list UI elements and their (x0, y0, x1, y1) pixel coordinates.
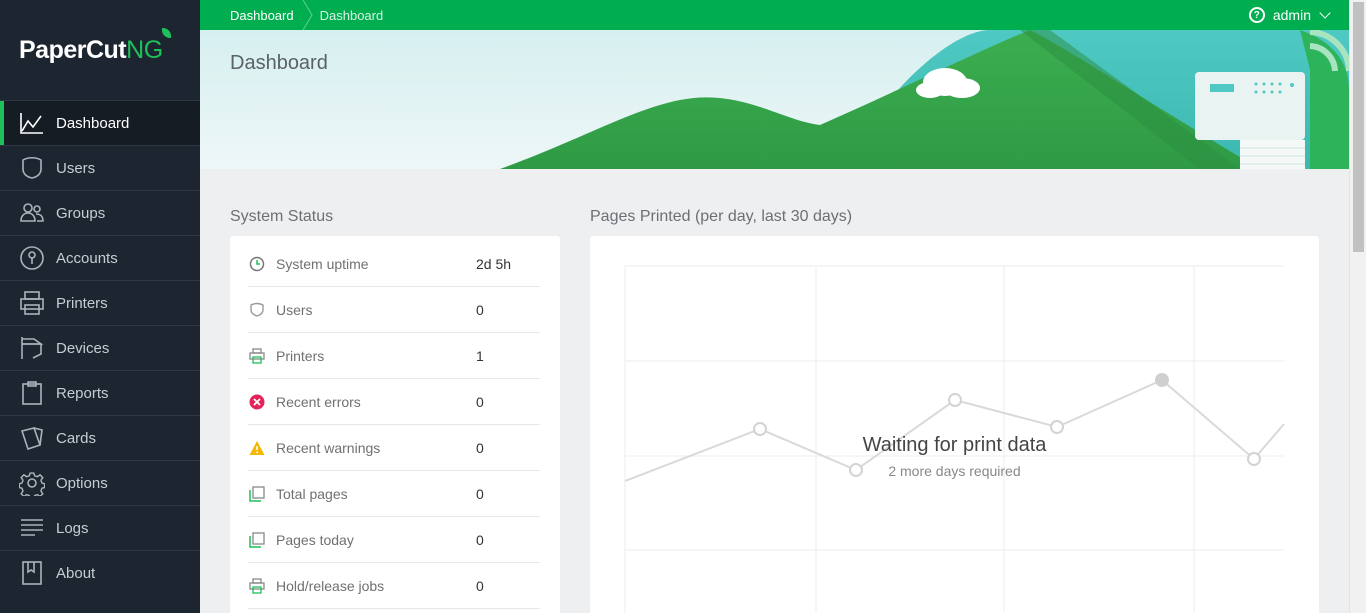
top-bar: Dashboard Dashboard ? admin (200, 0, 1349, 30)
logo-text: PaperCutNG (19, 27, 171, 65)
status-row-pages-today: Pages today 0 (248, 517, 540, 563)
cards-icon (18, 424, 46, 452)
sidebar-item-cards[interactable]: Cards (0, 415, 200, 460)
status-label: Printers (276, 347, 325, 364)
sidebar-item-printers[interactable]: Printers (0, 280, 200, 325)
sidebar-item-label: About (56, 564, 96, 582)
status-row-printers: Printers 1 (248, 333, 540, 379)
status-value: 1 (476, 347, 484, 364)
sidebar-item-label: Reports (56, 384, 109, 402)
sidebar-item-dashboard[interactable]: Dashboard (0, 100, 200, 145)
sidebar-item-logs[interactable]: Logs (0, 505, 200, 550)
status-row-total-pages: Total pages 0 (248, 471, 540, 517)
breadcrumb: Dashboard Dashboard (200, 0, 383, 30)
logo[interactable]: PaperCutNG (0, 0, 200, 100)
printer-icon (248, 577, 266, 595)
scrollbar-thumb[interactable] (1353, 2, 1364, 252)
user-name[interactable]: admin (1273, 7, 1311, 23)
system-status-title: System Status (230, 208, 334, 225)
sidebar-item-label: Options (56, 474, 108, 492)
status-row-warnings: Recent warnings 0 (248, 425, 540, 471)
status-label: Hold/release jobs (276, 577, 385, 594)
breadcrumb-item-current: Dashboard (319, 7, 384, 23)
group-icon (18, 199, 46, 227)
error-icon (248, 393, 266, 411)
warning-icon (248, 439, 266, 457)
sidebar-item-label: Users (56, 159, 96, 177)
breadcrumb-separator-icon (302, 0, 313, 30)
pages-icon (248, 485, 266, 503)
placeholder-chart (624, 265, 1285, 613)
sidebar-item-users[interactable]: Users (0, 145, 200, 190)
sidebar-item-label: Logs (56, 519, 89, 537)
status-value: 0 (476, 393, 484, 410)
status-label: Total pages (276, 485, 348, 502)
clipboard-icon (18, 379, 46, 407)
status-label: System uptime (276, 255, 369, 272)
user-shield-icon (248, 301, 266, 319)
sidebar-nav: Dashboard Users Groups Accounts Printers… (0, 100, 200, 595)
page-banner: Dashboard (200, 30, 1349, 169)
status-row-hold-release: Hold/release jobs 0 (248, 563, 540, 609)
sidebar-item-about[interactable]: About (0, 550, 200, 595)
pages-printed-title: Pages Printed (per day, last 30 days) (590, 208, 853, 225)
question-circle-icon[interactable]: ? (1248, 7, 1265, 23)
banner-illustration (500, 30, 1349, 169)
sidebar-item-label: Groups (56, 204, 106, 222)
sidebar-item-label: Cards (56, 429, 97, 447)
sidebar-item-devices[interactable]: Devices (0, 325, 200, 370)
sidebar-item-label: Dashboard (56, 114, 130, 132)
vertical-scrollbar[interactable] (1349, 0, 1366, 613)
sidebar-item-groups[interactable]: Groups (0, 190, 200, 235)
clock-icon (248, 255, 266, 273)
sidebar-item-label: Printers (56, 294, 108, 312)
status-value: 0 (476, 531, 484, 548)
user-menu[interactable]: ? admin (1248, 0, 1331, 30)
breadcrumb-item-dashboard[interactable]: Dashboard (230, 8, 294, 23)
chevron-down-icon (1319, 7, 1331, 19)
waiting-subtitle: 2 more days required (888, 463, 1021, 479)
sidebar-item-label: Accounts (56, 249, 118, 267)
book-icon (18, 559, 46, 587)
account-lock-icon (18, 244, 46, 272)
line-chart-icon (18, 109, 46, 137)
system-status-card: System uptime 2d 5h Users 0 Printers 1 R… (230, 236, 560, 613)
status-row-errors: Recent errors 0 (248, 379, 540, 425)
sidebar-item-reports[interactable]: Reports (0, 370, 200, 415)
pages-printed-card: Waiting for print data 2 more days requi… (590, 236, 1319, 613)
status-label: Pages today (276, 531, 354, 548)
sidebar-item-options[interactable]: Options (0, 460, 200, 505)
status-value: 0 (476, 301, 484, 318)
status-value: 0 (476, 439, 484, 456)
sidebar-item-label: Devices (56, 339, 110, 357)
user-shield-icon (18, 154, 46, 182)
sidebar: PaperCutNG Dashboard Users Groups Accoun… (0, 0, 200, 613)
status-label: Recent errors (276, 393, 361, 410)
printer-icon (18, 289, 46, 317)
sidebar-item-accounts[interactable]: Accounts (0, 235, 200, 280)
status-label: Recent warnings (276, 439, 381, 456)
page-title: Dashboard (230, 52, 328, 74)
device-icon (18, 334, 46, 362)
printer-icon (248, 347, 266, 365)
pages-icon (248, 531, 266, 549)
status-value: 2d 5h (476, 255, 512, 272)
gear-icon (18, 469, 46, 497)
status-value: 0 (476, 577, 484, 594)
status-row-users: Users 0 (248, 287, 540, 333)
status-row-uptime: System uptime 2d 5h (248, 241, 540, 287)
waiting-message: Waiting for print data (862, 434, 1047, 456)
lines-icon (18, 514, 46, 542)
status-label: Users (276, 301, 313, 318)
status-value: 0 (476, 485, 484, 502)
